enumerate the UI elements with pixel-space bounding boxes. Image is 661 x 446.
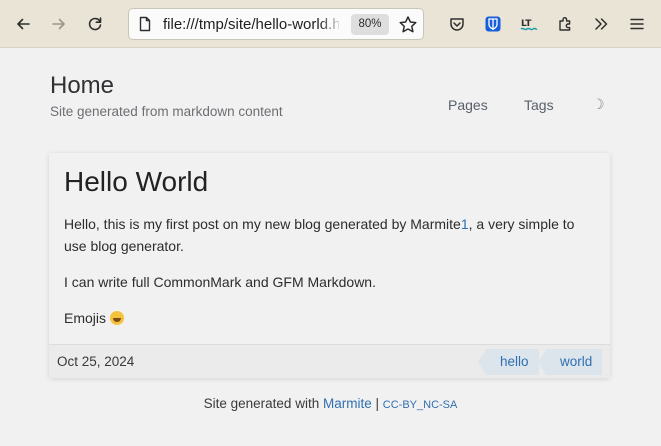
site-subtitle: Site generated from markdown content: [50, 104, 283, 119]
post-paragraph-intro: Hello, this is my first post on my new b…: [64, 216, 575, 254]
browser-toolbar: file:///tmp/site/hello-world.html 80% LT: [0, 0, 661, 48]
nav-link-tags[interactable]: Tags: [524, 97, 554, 113]
tag-world[interactable]: world: [537, 349, 603, 375]
footnote-link[interactable]: 1: [461, 216, 469, 232]
hamburger-menu-icon[interactable]: [623, 10, 651, 38]
languagetool-icon[interactable]: LT: [515, 10, 543, 38]
forward-arrow-icon[interactable]: [45, 10, 73, 38]
address-bar[interactable]: file:///tmp/site/hello-world.html 80%: [128, 8, 424, 40]
url-text[interactable]: file:///tmp/site/hello-world.html: [163, 16, 339, 34]
post-date: Oct 25, 2024: [57, 354, 135, 369]
post-card: Hello World Hello, this is my first post…: [49, 153, 610, 378]
pocket-icon[interactable]: [443, 10, 471, 38]
overflow-chevrons-icon[interactable]: [587, 10, 615, 38]
tag-hello[interactable]: hello: [478, 349, 539, 375]
license-link[interactable]: CC-BY_NC-SA: [383, 399, 458, 411]
grinning-emoji-icon: [109, 311, 124, 325]
theme-toggle-moon-icon[interactable]: ☽: [592, 96, 605, 113]
site-title[interactable]: Home: [50, 72, 283, 100]
nav-link-pages[interactable]: Pages: [448, 97, 488, 113]
bitwarden-icon[interactable]: [479, 10, 507, 38]
site-footer: Site generated with Marmite | CC-BY_NC-S…: [203, 396, 458, 411]
site-header: Home Site generated from markdown conten…: [50, 72, 283, 119]
reload-icon[interactable]: [81, 10, 109, 38]
post-footer: Oct 25, 2024 hello world: [49, 344, 610, 378]
marmite-link[interactable]: Marmite: [323, 396, 372, 411]
post-paragraph-emojis: Emojis: [64, 307, 599, 329]
zoom-level-badge[interactable]: 80%: [351, 14, 389, 35]
svg-text:LT: LT: [521, 19, 532, 29]
extensions-icon[interactable]: [551, 10, 579, 38]
post-title: Hello World: [64, 166, 209, 197]
page-icon: [139, 16, 151, 32]
bookmark-star-icon[interactable]: [397, 14, 419, 36]
post-paragraph-markdown: I can write full CommonMark and GFM Mark…: [64, 274, 376, 290]
back-arrow-icon[interactable]: [9, 10, 37, 38]
